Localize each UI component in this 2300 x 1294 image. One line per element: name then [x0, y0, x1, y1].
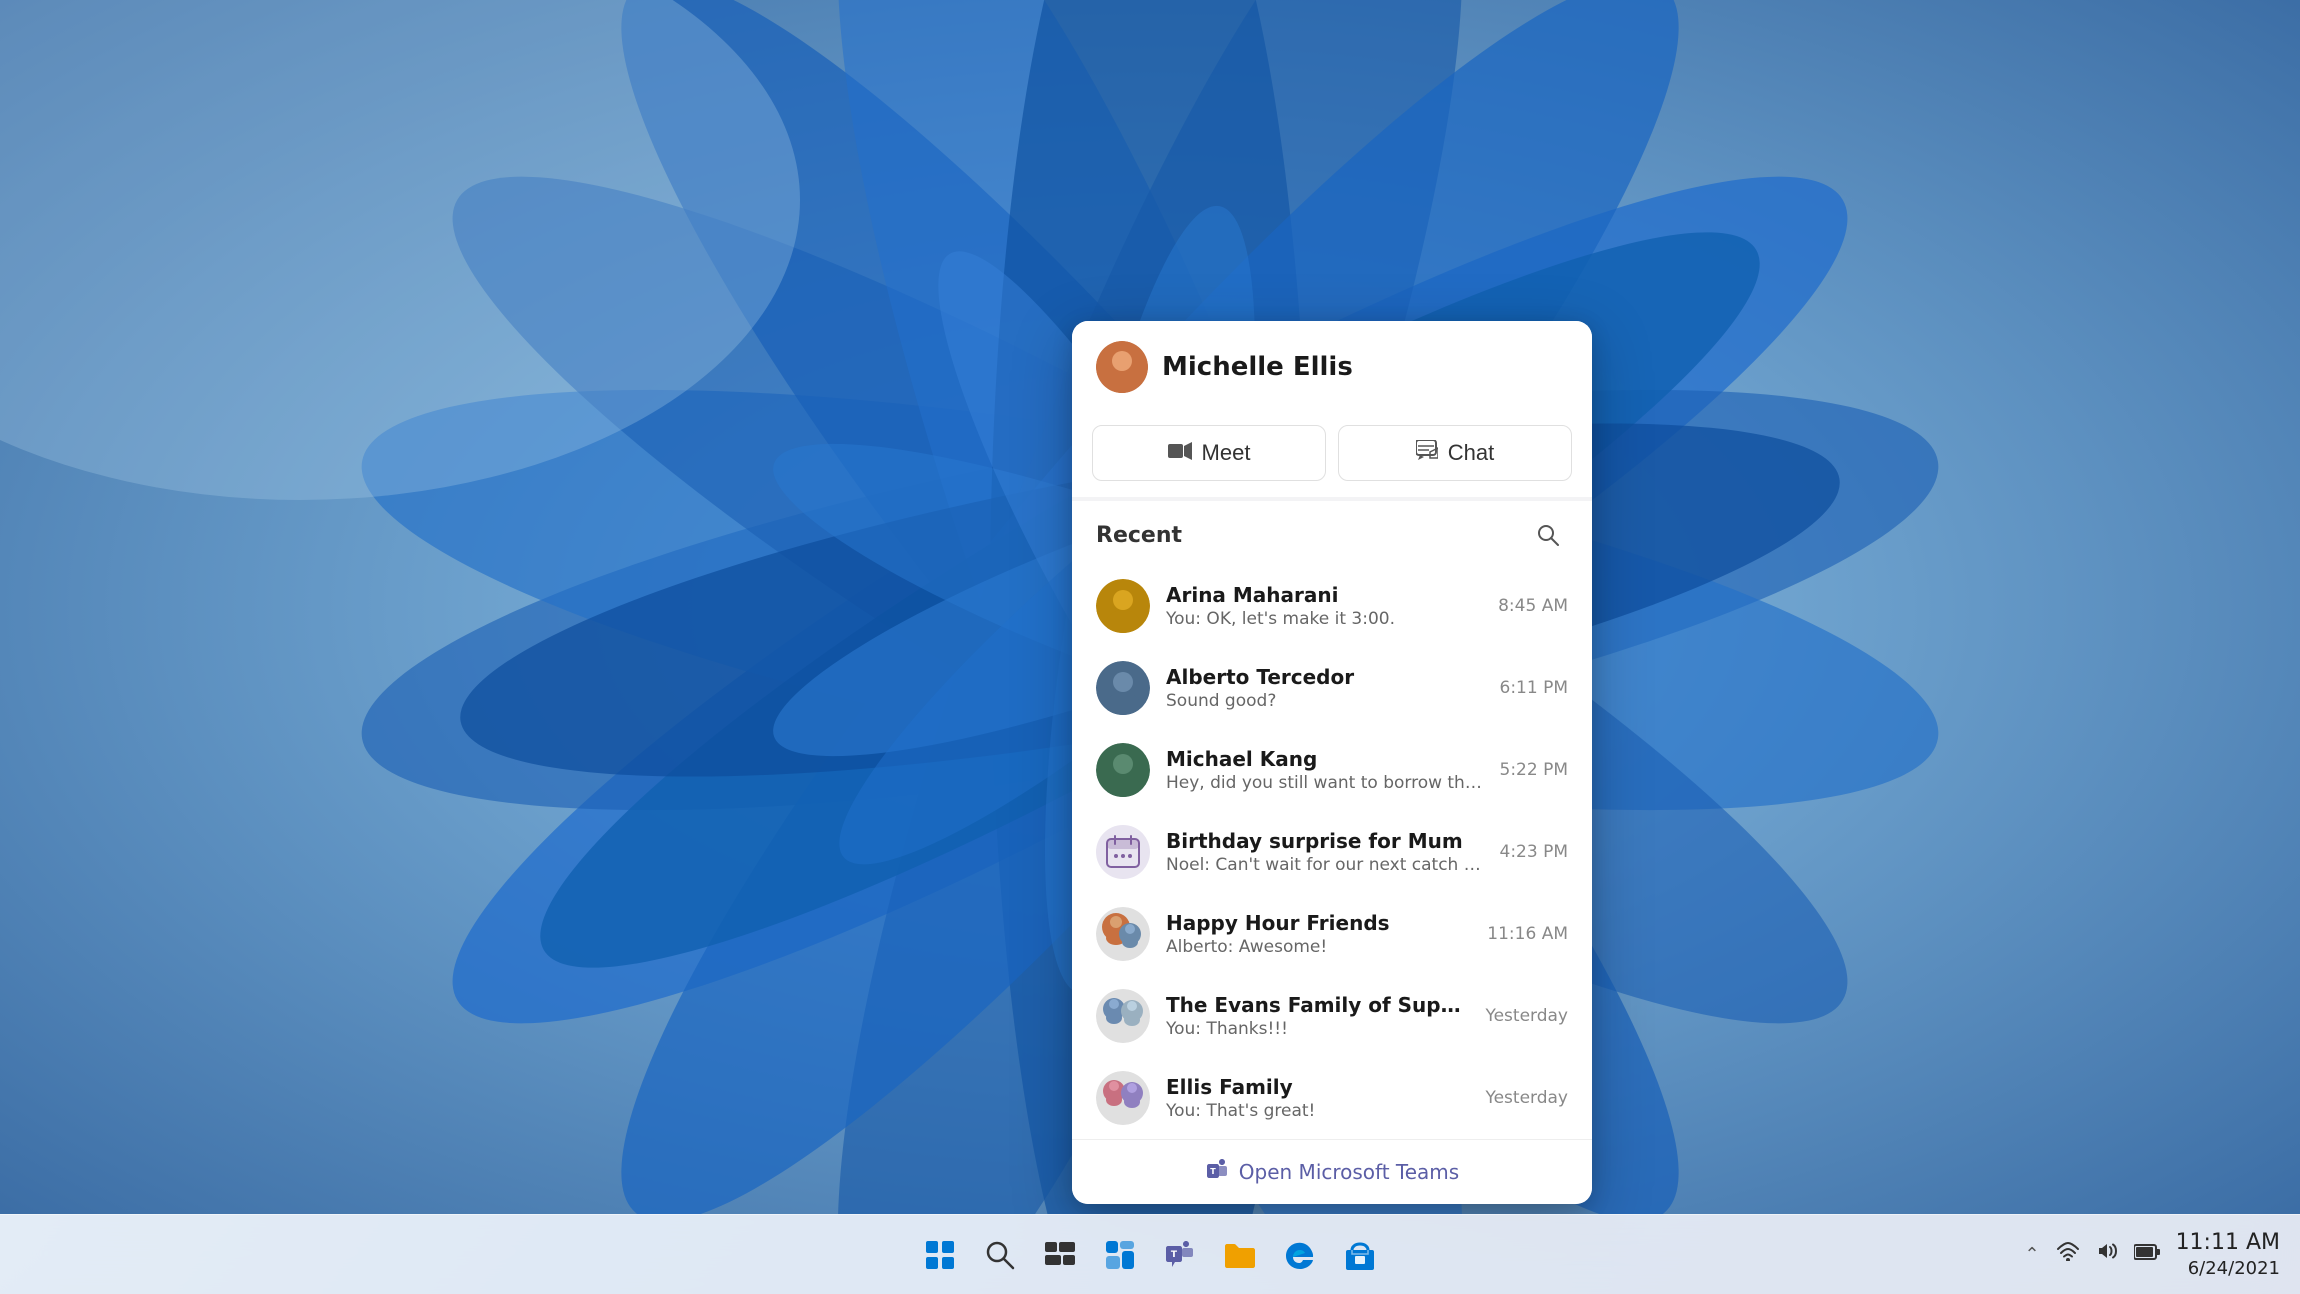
chat-info: The Evans Family of Supers You: Thanks!!… [1166, 993, 1469, 1039]
chat-button[interactable]: Chat [1338, 425, 1572, 481]
teams-chat-taskbar-button[interactable]: T [1154, 1229, 1206, 1281]
svg-text:T: T [1210, 1167, 1216, 1176]
meet-label: Meet [1202, 440, 1251, 466]
chat-item[interactable]: Happy Hour Friends Alberto: Awesome! 11:… [1072, 893, 1592, 975]
chat-time: Yesterday [1485, 1006, 1568, 1026]
chat-avatar [1096, 907, 1150, 961]
edge-button[interactable] [1274, 1229, 1326, 1281]
chat-time: 4:23 PM [1500, 842, 1569, 862]
chat-time: 5:22 PM [1500, 760, 1569, 780]
chat-preview: Alberto: Awesome! [1166, 937, 1471, 957]
taskbar: T [0, 1214, 2300, 1294]
panel-header: Michelle Ellis [1072, 321, 1592, 409]
teams-logo-icon: T [1205, 1158, 1229, 1186]
chat-preview: Noel: Can't wait for our next catch up! [1166, 855, 1484, 875]
clock-date: 6/24/2021 [2176, 1257, 2280, 1280]
recent-header: Recent [1072, 501, 1592, 565]
task-view-button[interactable] [1034, 1229, 1086, 1281]
chat-preview: Sound good? [1166, 691, 1484, 711]
store-button[interactable] [1334, 1229, 1386, 1281]
video-icon [1168, 440, 1192, 466]
chat-time: 8:45 AM [1498, 596, 1568, 616]
chat-label: Chat [1448, 440, 1494, 466]
start-button[interactable] [914, 1229, 966, 1281]
chat-item[interactable]: The Evans Family of Supers You: Thanks!!… [1072, 975, 1592, 1057]
chat-info: Michael Kang Hey, did you still want to … [1166, 747, 1484, 793]
chat-item[interactable]: Birthday surprise for Mum Noel: Can't wa… [1072, 811, 1592, 893]
chat-item[interactable]: Arina Maharani You: OK, let's make it 3:… [1072, 565, 1592, 647]
search-button[interactable] [1528, 515, 1568, 555]
chat-item[interactable]: Ellis Family You: That's great! Yesterda… [1072, 1057, 1592, 1139]
chat-info: Birthday surprise for Mum Noel: Can't wa… [1166, 829, 1484, 875]
chat-preview: You: OK, let's make it 3:00. [1166, 609, 1482, 629]
file-explorer-button[interactable] [1214, 1229, 1266, 1281]
chat-avatar [1096, 989, 1150, 1043]
open-teams-label: Open Microsoft Teams [1239, 1160, 1459, 1184]
open-teams-button[interactable]: T Open Microsoft Teams [1072, 1139, 1592, 1204]
chat-time: Yesterday [1485, 1088, 1568, 1108]
avatar-image [1096, 341, 1148, 393]
chat-info: Arina Maharani You: OK, let's make it 3:… [1166, 583, 1482, 629]
action-buttons-row: Meet Chat [1072, 409, 1592, 497]
svg-text:T: T [1171, 1250, 1178, 1260]
recent-section: Recent Arina M [1072, 501, 1592, 1139]
chat-name: Michael Kang [1166, 747, 1484, 771]
chat-name: Birthday surprise for Mum [1166, 829, 1484, 853]
speaker-icon[interactable] [2096, 1240, 2118, 1268]
chat-time: 6:11 PM [1500, 678, 1569, 698]
chat-preview: Hey, did you still want to borrow the no… [1166, 773, 1484, 793]
battery-icon[interactable] [2134, 1242, 2160, 1267]
chat-avatar [1096, 1071, 1150, 1125]
clock-time: 11:11 AM [2176, 1229, 2280, 1258]
chat-avatar [1096, 743, 1150, 797]
desktop: Michelle Ellis Meet [0, 0, 2300, 1294]
search-taskbar-button[interactable] [974, 1229, 1026, 1281]
taskbar-icons: T [914, 1229, 1386, 1281]
wifi-icon[interactable] [2056, 1241, 2080, 1267]
chat-name: Alberto Tercedor [1166, 665, 1484, 689]
chat-preview: You: That's great! [1166, 1101, 1469, 1121]
chat-preview: You: Thanks!!! [1166, 1019, 1469, 1039]
widgets-button[interactable] [1094, 1229, 1146, 1281]
chat-icon [1416, 440, 1438, 466]
notification-chevron[interactable]: ⌃ [2024, 1244, 2039, 1265]
chat-avatar [1096, 661, 1150, 715]
system-tray: ⌃ [2024, 1229, 2280, 1281]
chat-info: Ellis Family You: That's great! [1166, 1075, 1469, 1121]
chat-time: 11:16 AM [1487, 924, 1568, 944]
system-clock[interactable]: 11:11 AM 6/24/2021 [2176, 1229, 2280, 1281]
chat-name: Happy Hour Friends [1166, 911, 1471, 935]
chat-info: Happy Hour Friends Alberto: Awesome! [1166, 911, 1471, 957]
recent-title: Recent [1096, 523, 1182, 548]
chat-name: Arina Maharani [1166, 583, 1482, 607]
chat-name: Ellis Family [1166, 1075, 1469, 1099]
chat-avatar [1096, 579, 1150, 633]
chat-item[interactable]: Alberto Tercedor Sound good? 6:11 PM [1072, 647, 1592, 729]
chat-name: The Evans Family of Supers [1166, 993, 1469, 1017]
chat-item[interactable]: Michael Kang Hey, did you still want to … [1072, 729, 1592, 811]
user-avatar [1096, 341, 1148, 393]
chat-avatar-calendar [1096, 825, 1150, 879]
panel-user-name: Michelle Ellis [1162, 352, 1353, 382]
chat-info: Alberto Tercedor Sound good? [1166, 665, 1484, 711]
meet-button[interactable]: Meet [1092, 425, 1326, 481]
chat-panel: Michelle Ellis Meet [1072, 321, 1592, 1204]
